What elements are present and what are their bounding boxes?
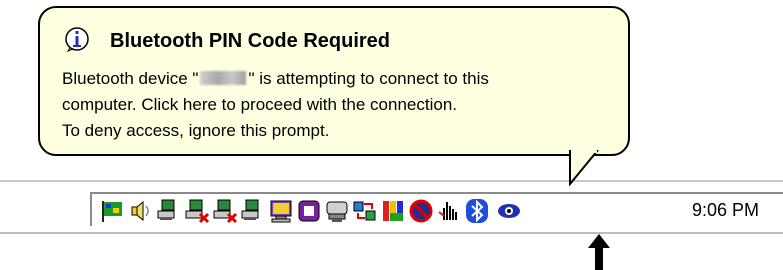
network-disconnected-icon[interactable]	[184, 198, 210, 224]
network-disconnected-icon[interactable]	[212, 198, 238, 224]
bluetooth-pin-balloon[interactable]: Bluetooth PIN Code Required Bluetooth de…	[38, 6, 630, 156]
eye-icon[interactable]	[496, 198, 522, 224]
flag-icon[interactable]	[100, 198, 126, 224]
message-line1-end: " is attempting to connect to this	[248, 69, 489, 88]
pointer-arrow	[588, 234, 610, 270]
tray-clock[interactable]: 9:06 PM	[692, 200, 759, 221]
app-icon[interactable]	[296, 198, 322, 224]
bluetooth-icon[interactable]	[464, 198, 490, 224]
message-line1-start: Bluetooth device "	[62, 69, 199, 88]
monitor-icon[interactable]	[268, 198, 294, 224]
system-tray: 9:06 PM	[90, 192, 783, 226]
antivirus-icon[interactable]	[408, 198, 434, 224]
drive-icon[interactable]	[324, 198, 350, 224]
taskbar: 9:06 PM	[0, 180, 783, 234]
balloon-tail	[569, 150, 599, 186]
network-icon[interactable]	[156, 198, 182, 224]
sync-icon[interactable]	[352, 198, 378, 224]
network-icon[interactable]	[240, 198, 266, 224]
message-line3: To deny access, ignore this prompt.	[62, 121, 330, 140]
message-line2: computer. Click here to proceed with the…	[62, 95, 457, 114]
info-icon	[65, 27, 89, 52]
hand-icon[interactable]	[436, 198, 462, 224]
color-icon[interactable]	[380, 198, 406, 224]
balloon-title: Bluetooth PIN Code Required	[110, 30, 390, 52]
redacted-device-name	[200, 71, 247, 85]
speaker-icon[interactable]	[128, 198, 154, 224]
balloon-message: Bluetooth device " " is attempting to con…	[62, 66, 622, 144]
